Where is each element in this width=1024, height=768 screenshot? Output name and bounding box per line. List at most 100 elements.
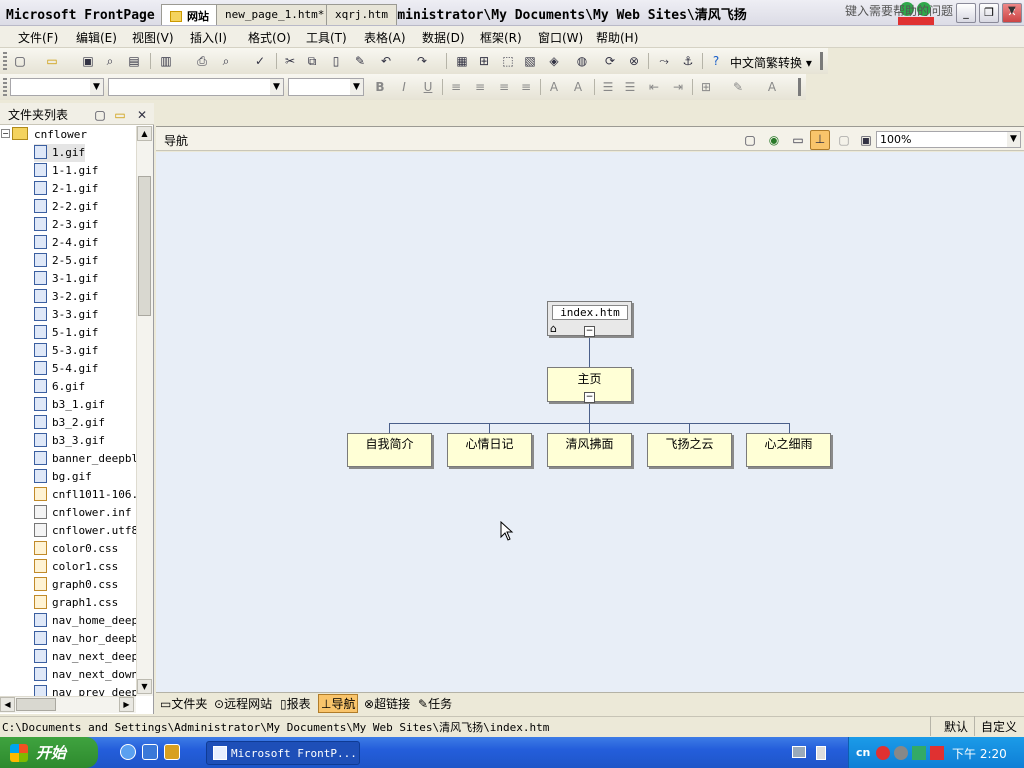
menu-item[interactable]: 文件(F) — [18, 29, 58, 46]
justify-icon[interactable]: ≡ — [518, 79, 534, 95]
file-tree-item[interactable]: bg.gif — [34, 468, 92, 486]
align-right-icon[interactable]: ≡ — [496, 79, 512, 95]
tree-root-label[interactable]: cnflower — [34, 126, 87, 144]
stop-icon[interactable]: ⊗ — [626, 53, 642, 69]
tree-collapse-icon[interactable]: − — [1, 129, 10, 138]
view-reports-button[interactable]: ▯报表 — [278, 695, 313, 712]
style-select[interactable]: ▼ — [10, 78, 104, 96]
pen-icon[interactable] — [816, 746, 826, 760]
task-frontpage-button[interactable]: Microsoft FrontP... — [206, 741, 360, 765]
redo-icon[interactable]: ↷ — [414, 53, 430, 69]
tray-app-icon[interactable] — [876, 746, 890, 760]
save-icon[interactable]: ▣ — [80, 53, 96, 69]
menu-item[interactable]: 插入(I) — [190, 29, 227, 46]
web-component-2-icon[interactable]: ◍ — [574, 53, 590, 69]
view-navigation-button[interactable]: ⊥导航 — [318, 694, 359, 713]
file-tree-item[interactable]: b3_3.gif — [34, 432, 105, 450]
file-tree-item[interactable]: 5-4.gif — [34, 360, 98, 378]
new-page-icon[interactable]: ▢ — [92, 107, 108, 123]
search-icon[interactable]: ⌕ — [102, 53, 118, 69]
file-tree-item[interactable]: 2-5.gif — [34, 252, 98, 270]
copy-icon[interactable]: ⧉ — [304, 53, 320, 69]
paste-icon[interactable]: ▯ — [328, 53, 344, 69]
scroll-left-icon[interactable]: ◀ — [0, 697, 15, 712]
file-tree-item[interactable]: nav_home_deepb — [34, 612, 136, 630]
scroll-right-icon[interactable]: ▶ — [119, 697, 134, 712]
file-tree-item[interactable]: 1-1.gif — [34, 162, 98, 180]
file-tree-item[interactable]: b3_1.gif — [34, 396, 105, 414]
file-tree-item[interactable]: 2-1.gif — [34, 180, 98, 198]
ie-icon[interactable] — [120, 744, 136, 760]
open-folder-icon[interactable]: ▭ — [44, 53, 60, 69]
file-tree-item[interactable]: 5-1.gif — [34, 324, 98, 342]
increase-font-icon[interactable]: A — [546, 79, 562, 95]
web-component-icon[interactable]: ▦ — [454, 53, 470, 69]
increase-indent-icon[interactable]: ⇥ — [670, 79, 686, 95]
drawing-icon[interactable]: ◈ — [546, 53, 562, 69]
print-preview-icon[interactable]: ⌕ — [218, 53, 234, 69]
view-remote-site-button[interactable]: ⊙远程网站 — [212, 695, 274, 712]
tray-app-icon[interactable] — [894, 746, 908, 760]
clock[interactable]: 下午 2:20 — [952, 745, 1007, 762]
network-icon[interactable] — [912, 746, 926, 760]
keyboard-icon[interactable] — [792, 746, 806, 758]
file-tree-item[interactable]: banner_deepblu — [34, 450, 136, 468]
numbered-list-icon[interactable]: ☰ — [600, 79, 616, 95]
font-size-select[interactable]: ▼ — [288, 78, 364, 96]
new-page-icon[interactable]: ▢ — [12, 53, 28, 69]
bullet-list-icon[interactable]: ☰ — [622, 79, 638, 95]
collapse-icon[interactable]: − — [584, 392, 595, 403]
chevron-down-icon[interactable]: ▼ — [1007, 132, 1020, 147]
view-hyperlinks-button[interactable]: ⊗超链接 — [362, 695, 412, 712]
file-tree-item[interactable]: 6.gif — [34, 378, 85, 396]
file-tree-item[interactable]: 1.gif — [34, 144, 86, 162]
zoom-select[interactable]: 100% ▼ — [876, 131, 1021, 148]
navigation-structure-icon[interactable]: ⊥ — [810, 130, 830, 150]
chevron-down-icon[interactable]: ▼ — [1008, 5, 1016, 16]
cut-icon[interactable]: ✂ — [282, 53, 298, 69]
menu-item[interactable]: 格式(O) — [248, 29, 291, 46]
menu-item[interactable]: 帮助(H) — [596, 29, 638, 46]
italic-icon[interactable]: I — [396, 79, 412, 95]
nav-node-5[interactable]: 心之细雨 — [746, 433, 831, 467]
align-center-icon[interactable]: ≡ — [472, 79, 488, 95]
portrait-landscape-icon[interactable]: ▣ — [858, 132, 874, 148]
file-tree-item[interactable]: 2-2.gif — [34, 198, 98, 216]
app-quicklaunch-icon[interactable] — [164, 744, 180, 760]
collapse-icon[interactable]: − — [584, 326, 595, 337]
font-select[interactable]: ▼ — [108, 78, 284, 96]
status-default-mode[interactable]: 默认 — [944, 718, 968, 735]
scroll-up-icon[interactable]: ▲ — [137, 126, 152, 141]
nav-node-3[interactable]: 清风拂面 — [547, 433, 632, 467]
folder-vertical-scrollbar[interactable]: ▲ ▼ — [136, 126, 153, 696]
new-folder-icon[interactable]: ▭ — [112, 107, 128, 123]
font-color-icon[interactable]: A — [764, 79, 780, 95]
menu-item[interactable]: 框架(R) — [480, 29, 522, 46]
file-tree-item[interactable]: 3-1.gif — [34, 270, 98, 288]
file-tree-item[interactable]: 3-3.gif — [34, 306, 98, 324]
view-subtree-icon[interactable]: ▢ — [836, 132, 852, 148]
navigation-canvas[interactable] — [156, 152, 1024, 692]
file-tree-item[interactable]: graph1.css — [34, 594, 118, 612]
menu-item[interactable]: 工具(T) — [306, 29, 347, 46]
toolbar-options-icon[interactable] — [820, 52, 823, 70]
scroll-thumb[interactable] — [138, 176, 151, 316]
file-tree-item[interactable]: color1.css — [34, 558, 118, 576]
hyperlink-icon[interactable]: ⤳ — [656, 53, 672, 69]
start-button[interactable]: 开始 — [0, 737, 98, 768]
file-tree-item[interactable]: nav_next_down_ — [34, 666, 136, 684]
spelling-icon[interactable]: ✓ — [252, 53, 268, 69]
file-tree-item[interactable]: 2-3.gif — [34, 216, 98, 234]
file-tree-item[interactable]: cnflower.inf — [34, 504, 131, 522]
menu-item[interactable]: 表格(A) — [364, 29, 406, 46]
help-icon[interactable]: ? — [708, 53, 724, 69]
file-tree-item[interactable]: 3-2.gif — [34, 288, 98, 306]
close-pane-icon[interactable]: ✕ — [134, 107, 150, 123]
nav-node-2[interactable]: 心情日记 — [447, 433, 532, 467]
file-tree-item[interactable]: color0.css — [34, 540, 118, 558]
align-left-icon[interactable]: ≡ — [448, 79, 464, 95]
menu-item[interactable]: 数据(D) — [422, 29, 465, 46]
tab-website[interactable]: 网站 — [161, 4, 218, 25]
toolbar-grip-icon[interactable] — [3, 52, 7, 70]
toolbar-options-icon[interactable] — [798, 78, 801, 96]
